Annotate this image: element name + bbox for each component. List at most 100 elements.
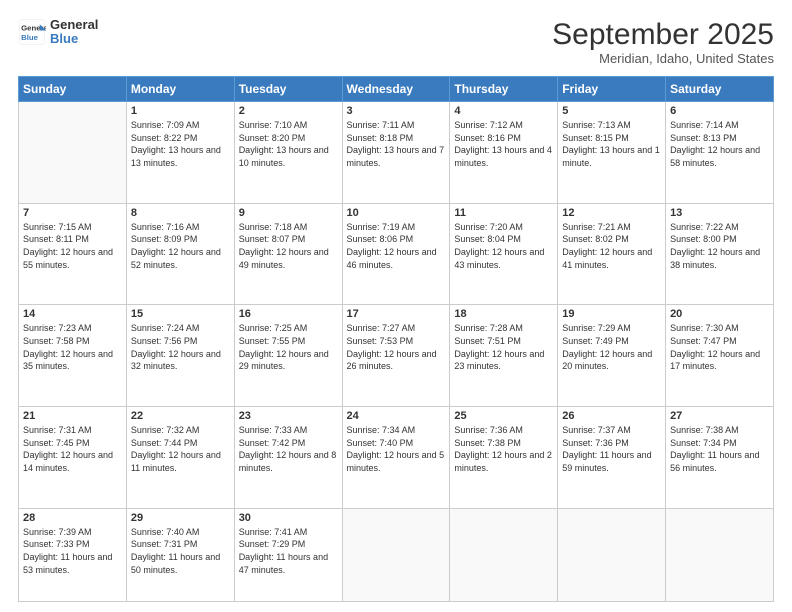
day-number: 11 <box>454 207 553 219</box>
day-number: 29 <box>131 512 230 524</box>
calendar-cell <box>342 508 450 601</box>
calendar-cell: 23 Sunrise: 7:33 AMSunset: 7:42 PMDayligh… <box>234 407 342 509</box>
calendar-cell: 2 Sunrise: 7:10 AMSunset: 8:20 PMDaylight… <box>234 102 342 204</box>
day-number: 25 <box>454 410 553 422</box>
cell-info: Sunrise: 7:21 AMSunset: 8:02 PMDaylight:… <box>562 221 661 271</box>
calendar-week-row: 1Sunrise: 7:09 AMSunset: 8:22 PMDaylight… <box>19 102 774 204</box>
cell-info: Sunrise: 7:25 AMSunset: 7:55 PMDaylight:… <box>239 322 338 372</box>
header: General Blue General Blue September 2025… <box>18 18 774 66</box>
day-number: 16 <box>239 308 338 320</box>
calendar-cell <box>19 102 127 204</box>
day-header-wednesday: Wednesday <box>342 77 450 102</box>
calendar-week-row: 28 Sunrise: 7:39 AMSunset: 7:33 PMDayligh… <box>19 508 774 601</box>
calendar-cell: 8 Sunrise: 7:16 AMSunset: 8:09 PMDaylight… <box>126 203 234 305</box>
day-number: 13 <box>670 207 769 219</box>
cell-info: Sunrise: 7:30 AMSunset: 7:47 PMDaylight:… <box>670 322 769 372</box>
day-number: 23 <box>239 410 338 422</box>
day-number: 5 <box>562 105 661 117</box>
day-number: 22 <box>131 410 230 422</box>
title-block: September 2025 Meridian, Idaho, United S… <box>552 18 774 66</box>
cell-info: Sunrise: 7:41 AMSunset: 7:29 PMDaylight:… <box>239 526 338 576</box>
calendar-cell: 4Sunrise: 7:12 AMSunset: 8:16 PMDaylight… <box>450 102 558 204</box>
cell-info: Sunrise: 7:36 AMSunset: 7:38 PMDaylight:… <box>454 424 553 474</box>
cell-info: Sunrise: 7:16 AMSunset: 8:09 PMDaylight:… <box>131 221 230 271</box>
day-number: 26 <box>562 410 661 422</box>
calendar-table: SundayMondayTuesdayWednesdayThursdayFrid… <box>18 76 774 602</box>
calendar-cell: 24 Sunrise: 7:34 AMSunset: 7:40 PMDayligh… <box>342 407 450 509</box>
logo-icon: General Blue <box>18 18 46 46</box>
cell-info: Sunrise: 7:15 AMSunset: 8:11 PMDaylight:… <box>23 221 122 271</box>
day-number: 12 <box>562 207 661 219</box>
calendar-cell: 19Sunrise: 7:29 AMSunset: 7:49 PMDayligh… <box>558 305 666 407</box>
calendar-cell: 30 Sunrise: 7:41 AMSunset: 7:29 PMDayligh… <box>234 508 342 601</box>
day-number: 10 <box>347 207 446 219</box>
cell-info: Sunrise: 7:32 AMSunset: 7:44 PMDaylight:… <box>131 424 230 474</box>
cell-info: Sunrise: 7:24 AMSunset: 7:56 PMDaylight:… <box>131 322 230 372</box>
cell-info: Sunrise: 7:40 AMSunset: 7:31 PMDaylight:… <box>131 526 230 576</box>
calendar-cell: 1Sunrise: 7:09 AMSunset: 8:22 PMDaylight… <box>126 102 234 204</box>
day-header-monday: Monday <box>126 77 234 102</box>
calendar-cell: 21Sunrise: 7:31 AMSunset: 7:45 PMDayligh… <box>19 407 127 509</box>
calendar-cell: 20 Sunrise: 7:30 AMSunset: 7:47 PMDayligh… <box>666 305 774 407</box>
calendar-cell: 27 Sunrise: 7:38 AMSunset: 7:34 PMDayligh… <box>666 407 774 509</box>
calendar-cell: 10Sunrise: 7:19 AMSunset: 8:06 PMDayligh… <box>342 203 450 305</box>
day-number: 2 <box>239 105 338 117</box>
cell-info: Sunrise: 7:09 AMSunset: 8:22 PMDaylight:… <box>131 119 230 169</box>
cell-info: Sunrise: 7:39 AMSunset: 7:33 PMDaylight:… <box>23 526 122 576</box>
calendar-cell: 14 Sunrise: 7:23 AMSunset: 7:58 PMDayligh… <box>19 305 127 407</box>
cell-info: Sunrise: 7:14 AMSunset: 8:13 PMDaylight:… <box>670 119 769 169</box>
day-number: 27 <box>670 410 769 422</box>
subtitle: Meridian, Idaho, United States <box>552 51 774 66</box>
logo-line1: General <box>50 18 98 32</box>
calendar-cell: 6Sunrise: 7:14 AMSunset: 8:13 PMDaylight… <box>666 102 774 204</box>
calendar-cell: 11 Sunrise: 7:20 AMSunset: 8:04 PMDayligh… <box>450 203 558 305</box>
day-header-sunday: Sunday <box>19 77 127 102</box>
day-number: 30 <box>239 512 338 524</box>
cell-info: Sunrise: 7:34 AMSunset: 7:40 PMDaylight:… <box>347 424 446 474</box>
day-number: 19 <box>562 308 661 320</box>
day-number: 24 <box>347 410 446 422</box>
logo: General Blue General Blue <box>18 18 98 47</box>
cell-info: Sunrise: 7:13 AMSunset: 8:15 PMDaylight:… <box>562 119 661 169</box>
cell-info: Sunrise: 7:10 AMSunset: 8:20 PMDaylight:… <box>239 119 338 169</box>
cell-info: Sunrise: 7:23 AMSunset: 7:58 PMDaylight:… <box>23 322 122 372</box>
calendar-cell: 5 Sunrise: 7:13 AMSunset: 8:15 PMDaylight… <box>558 102 666 204</box>
day-number: 15 <box>131 308 230 320</box>
day-header-tuesday: Tuesday <box>234 77 342 102</box>
cell-info: Sunrise: 7:38 AMSunset: 7:34 PMDaylight:… <box>670 424 769 474</box>
cell-info: Sunrise: 7:28 AMSunset: 7:51 PMDaylight:… <box>454 322 553 372</box>
day-number: 20 <box>670 308 769 320</box>
svg-text:Blue: Blue <box>21 33 39 42</box>
day-header-saturday: Saturday <box>666 77 774 102</box>
day-number: 18 <box>454 308 553 320</box>
day-number: 7 <box>23 207 122 219</box>
logo-text: General Blue <box>50 18 98 47</box>
calendar-cell <box>666 508 774 601</box>
cell-info: Sunrise: 7:33 AMSunset: 7:42 PMDaylight:… <box>239 424 338 474</box>
day-number: 21 <box>23 410 122 422</box>
calendar-cell <box>450 508 558 601</box>
calendar-cell: 28 Sunrise: 7:39 AMSunset: 7:33 PMDayligh… <box>19 508 127 601</box>
cell-info: Sunrise: 7:27 AMSunset: 7:53 PMDaylight:… <box>347 322 446 372</box>
calendar-cell: 3 Sunrise: 7:11 AMSunset: 8:18 PMDaylight… <box>342 102 450 204</box>
calendar-cell: 9Sunrise: 7:18 AMSunset: 8:07 PMDaylight… <box>234 203 342 305</box>
calendar-week-row: 14 Sunrise: 7:23 AMSunset: 7:58 PMDayligh… <box>19 305 774 407</box>
calendar-cell: 18 Sunrise: 7:28 AMSunset: 7:51 PMDayligh… <box>450 305 558 407</box>
day-number: 28 <box>23 512 122 524</box>
calendar-cell: 29 Sunrise: 7:40 AMSunset: 7:31 PMDayligh… <box>126 508 234 601</box>
calendar-cell: 13Sunrise: 7:22 AMSunset: 8:00 PMDayligh… <box>666 203 774 305</box>
cell-info: Sunrise: 7:11 AMSunset: 8:18 PMDaylight:… <box>347 119 446 169</box>
day-number: 3 <box>347 105 446 117</box>
main-title: September 2025 <box>552 18 774 51</box>
day-number: 8 <box>131 207 230 219</box>
day-header-thursday: Thursday <box>450 77 558 102</box>
calendar-week-row: 21Sunrise: 7:31 AMSunset: 7:45 PMDayligh… <box>19 407 774 509</box>
cell-info: Sunrise: 7:18 AMSunset: 8:07 PMDaylight:… <box>239 221 338 271</box>
cell-info: Sunrise: 7:20 AMSunset: 8:04 PMDaylight:… <box>454 221 553 271</box>
calendar-cell: 26 Sunrise: 7:37 AMSunset: 7:36 PMDayligh… <box>558 407 666 509</box>
day-number: 14 <box>23 308 122 320</box>
calendar-header-row: SundayMondayTuesdayWednesdayThursdayFrid… <box>19 77 774 102</box>
cell-info: Sunrise: 7:12 AMSunset: 8:16 PMDaylight:… <box>454 119 553 169</box>
cell-info: Sunrise: 7:37 AMSunset: 7:36 PMDaylight:… <box>562 424 661 474</box>
calendar-cell: 12 Sunrise: 7:21 AMSunset: 8:02 PMDayligh… <box>558 203 666 305</box>
